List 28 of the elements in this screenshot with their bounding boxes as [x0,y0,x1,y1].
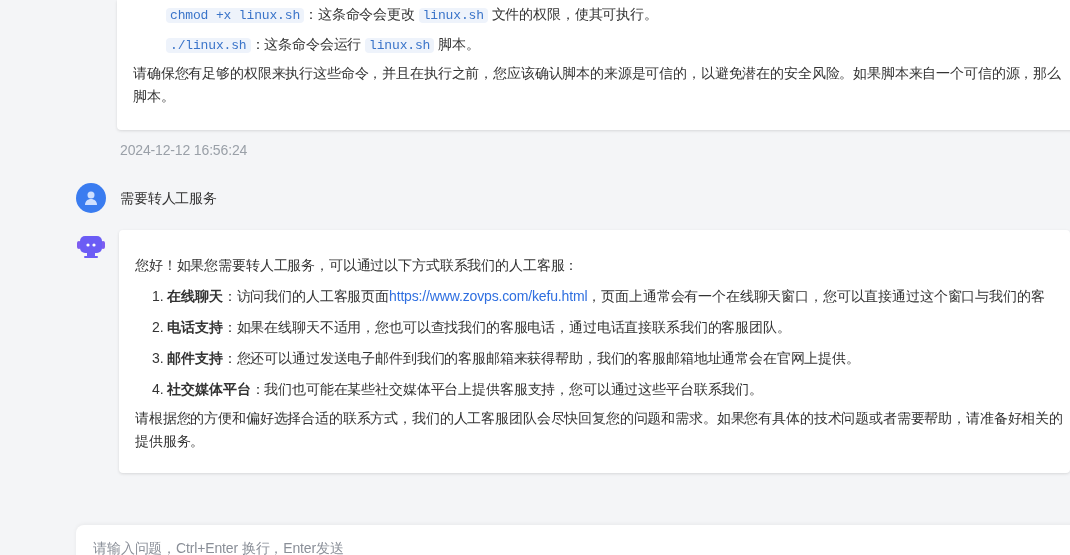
list-number: 2. [152,318,164,337]
list-number: 4. [152,380,164,399]
question-input-field[interactable]: 请输入问题，Ctrl+Enter 换行，Enter发送 [76,525,1070,555]
inline-code: linux.sh [418,8,488,23]
text-span: 脚本。 [437,36,480,52]
intro-text: 您好！如果您需要转人工服务，可以通过以下方式联系我们的人工客服： [135,256,580,275]
inline-code: ./linux.sh [166,38,251,53]
text-span: ：这条命令会更改 [304,6,416,22]
robot-icon [77,235,105,259]
paragraph-text: 请根据您的方便和偏好选择合适的联系方式，我们的人工客服团队会尽快回复您的问题和需求。如果您有具体的技术问题或者需要帮助，请准备好相关的 [135,409,1064,428]
text-span: 社交媒体平台：我们也可能在某些社交媒体平台上提供客服支持，您可以通过这些平台联系我们。 [167,380,763,399]
paragraph-text: 提供服务。 [135,432,206,451]
list-number: 1. [152,287,164,306]
list-number: 3. [152,349,164,368]
link[interactable]: https://www.zovps.com/kefu.html [389,286,588,306]
text-span: 电话支持：如果在线聊天不适用，您也可以查找我们的客服电话，通过电话直接联系我们的客服团队。 [167,318,791,337]
text-span: 在线聊天：访问我们的人工客服页面 [167,287,389,306]
paragraph-text: 请确保您有足够的权限来执行这些命令，并且在执行之前，您应该确认脚本的来源是可信的，以避免潜在的安全风险。如果脚本来自一个可信的源，那么 [133,64,1062,83]
text-span: 邮件支持：您还可以通过发送电子邮件到我们的客服邮箱来获得帮助，我们的客服邮箱地址通常会在官网上提供。 [167,349,860,368]
user-avatar-icon [76,183,106,213]
inline-code: linux.sh [365,38,435,53]
text-span: ：这条命令会运行 [250,36,363,52]
paragraph-text: 脚本。 [133,87,176,106]
user-message: 需要转人工服务 [120,188,217,208]
text-span: ，页面上通常会有一个在线聊天窗口，您可以直接通过这个窗口与我们的客 [587,287,1045,306]
timestamp: 2024-12-12 16:56:24 [120,141,249,160]
text-span: 文件的权限，使其可执行。 [490,6,658,22]
inline-code: chmod +x linux.sh [166,8,305,23]
